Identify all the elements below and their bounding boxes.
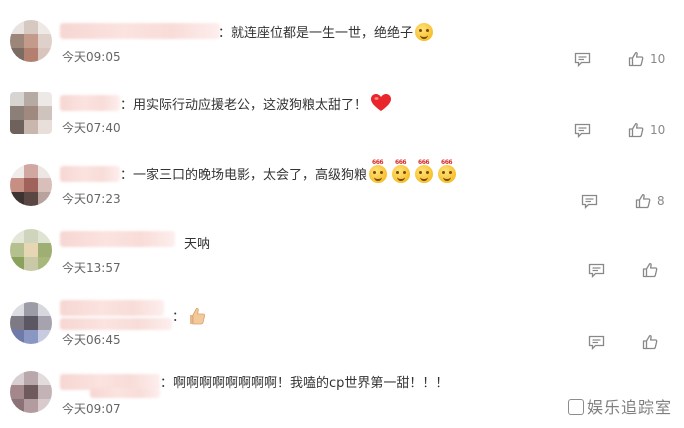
comment-text: ：用实际行动应援老公，这波狗粮太甜了！ <box>120 94 392 115</box>
avatar[interactable] <box>10 371 52 413</box>
comment-text: ：啊啊啊啊啊啊啊啊！我嗑的cp世界第一甜！！！ <box>160 376 449 391</box>
comment-time: 今天09:05 <box>62 50 121 64</box>
comment-text: ：就连座位都是一生一世，绝绝子 <box>218 23 434 43</box>
comment-time: 今天06:45 <box>62 333 121 347</box>
comment-time: 今天09:07 <box>62 402 121 416</box>
comment-time: 今天07:23 <box>62 192 121 206</box>
reply-button[interactable] <box>574 52 591 67</box>
comment-time: 今天13:57 <box>62 261 121 275</box>
avatar[interactable] <box>10 92 52 134</box>
like-button[interactable]: 10 <box>628 51 665 67</box>
thumbs-up-icon <box>642 334 658 350</box>
666-emoji: 666 <box>438 159 457 183</box>
thumbs-up-emoji <box>190 308 206 325</box>
thumbs-up-icon <box>635 193 651 209</box>
smile-emoji <box>415 23 434 41</box>
like-count: 10 <box>650 123 666 137</box>
avatar[interactable] <box>10 229 52 271</box>
like-button[interactable]: 8 <box>635 193 665 209</box>
username-blurred[interactable] <box>60 95 120 111</box>
comment-item: ： 今天06:45 <box>0 286 684 358</box>
666-emoji: 666 <box>392 159 411 183</box>
like-button[interactable] <box>642 334 664 350</box>
avatar[interactable] <box>10 302 52 344</box>
watermark-logo-icon <box>567 399 584 415</box>
reply-button[interactable] <box>588 263 605 278</box>
like-button[interactable]: 10 <box>628 122 665 138</box>
username-blurred[interactable] <box>60 318 172 330</box>
comment-text: ：一家三口的晚场电影，太会了，高级狗粮 666 666 666 666 <box>120 159 457 185</box>
avatar[interactable] <box>10 20 52 62</box>
like-count: 8 <box>657 194 665 208</box>
reply-button[interactable] <box>574 123 591 138</box>
username-blurred[interactable] <box>60 231 175 247</box>
666-emoji: 666 <box>369 159 388 183</box>
comment-icon <box>574 123 591 138</box>
reply-button[interactable] <box>588 335 605 350</box>
username-blurred[interactable] <box>60 23 220 39</box>
comment-icon <box>574 52 591 67</box>
comment-item: ：一家三口的晚场电影，太会了，高级狗粮 666 666 666 666 今天07:23 … <box>0 142 684 214</box>
red-heart-emoji <box>371 94 392 111</box>
username-blurred[interactable] <box>90 388 160 398</box>
thumbs-up-icon <box>628 122 644 138</box>
comment-icon <box>588 263 605 278</box>
comment-item: ：就连座位都是一生一世，绝绝子 今天09:05 10 <box>0 0 684 70</box>
comment-item: 天呐 今天13:57 <box>0 214 684 286</box>
comment-text: 天呐 <box>184 237 211 252</box>
username-blurred[interactable] <box>60 166 120 182</box>
comment-time: 今天07:40 <box>62 121 121 135</box>
comment-icon <box>581 194 598 209</box>
reply-button[interactable] <box>581 194 598 209</box>
comment-text: ： <box>172 306 207 327</box>
avatar[interactable] <box>10 164 52 206</box>
comment-item: ：用实际行动应援老公，这波狗粮太甜了！ 今天07:40 10 <box>0 70 684 142</box>
username-blurred[interactable] <box>60 300 164 316</box>
watermark: 娱乐追踪室 <box>567 394 672 418</box>
like-button[interactable] <box>642 262 664 278</box>
thumbs-up-icon <box>642 262 658 278</box>
comment-icon <box>588 335 605 350</box>
666-emoji: 666 <box>415 159 434 183</box>
like-count: 10 <box>650 52 666 66</box>
thumbs-up-icon <box>628 51 644 67</box>
